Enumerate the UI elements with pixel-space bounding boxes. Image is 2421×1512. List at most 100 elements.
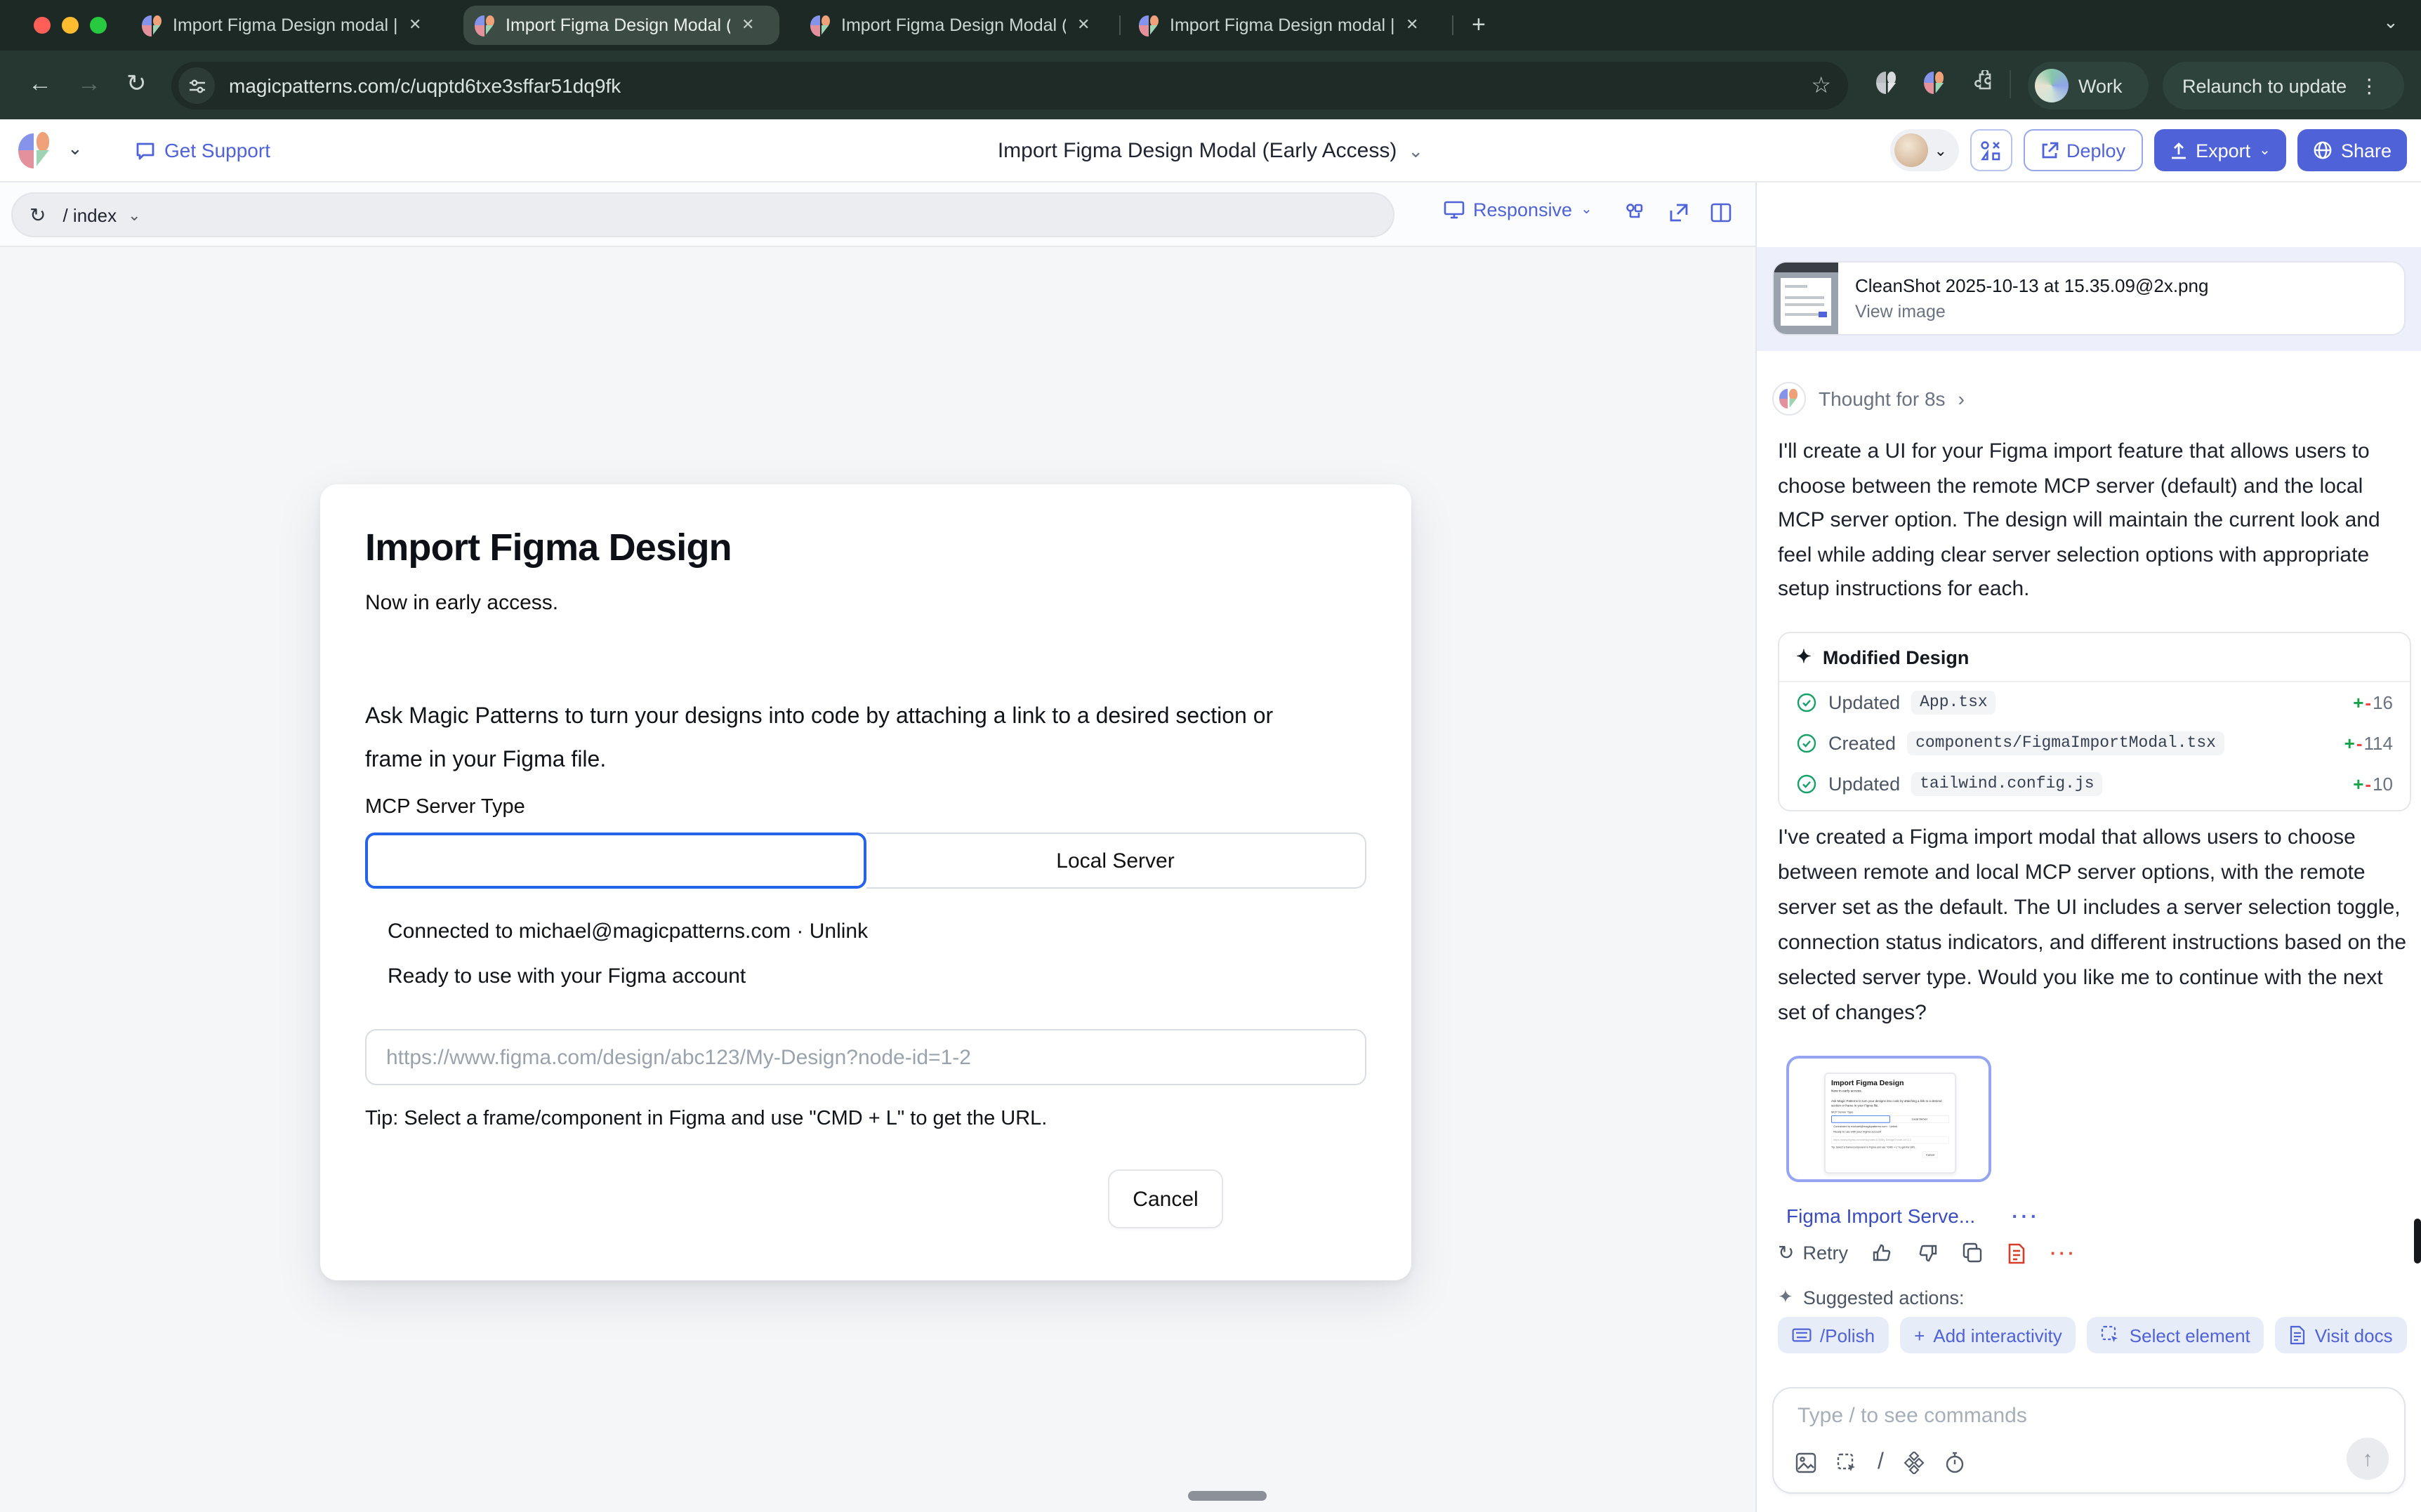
address-bar[interactable]: magicpatterns.com/c/uqptd6txe3sffar51dq9… — [171, 62, 1848, 110]
open-in-new-tab-icon[interactable] — [1668, 202, 1689, 223]
split-view-icon[interactable] — [1710, 202, 1731, 223]
local-server-label: Local Server — [1056, 849, 1174, 873]
tab-close-icon[interactable]: ✕ — [409, 18, 421, 33]
chat-input-box[interactable]: / ↑ — [1772, 1387, 2406, 1494]
browser-menu-kebab-icon[interactable]: ⋮ — [2359, 74, 2379, 98]
select-element-icon[interactable] — [1837, 1452, 1858, 1473]
browser-tab-1[interactable]: Import Figma Design modal | ✕ — [131, 6, 442, 45]
deploy-label: Deploy — [2066, 140, 2125, 161]
component-tree-icon[interactable] — [1623, 202, 1646, 225]
profile-button[interactable]: Work — [2028, 62, 2149, 110]
remote-server-tab-selected[interactable] — [365, 833, 866, 889]
export-button[interactable]: Export ⌄ — [2153, 129, 2286, 171]
tab-search-chevron-icon[interactable]: ⌄ — [2383, 11, 2399, 34]
send-button[interactable]: ↑ — [2347, 1438, 2389, 1480]
relaunch-to-update-button[interactable]: Relaunch to update ⋮ — [2163, 62, 2404, 110]
chat-input[interactable] — [1795, 1402, 2278, 1429]
attach-image-icon[interactable] — [1795, 1452, 1817, 1474]
thumbs-up-icon[interactable] — [1872, 1242, 1893, 1264]
tab-label: Import Figma Design Modal ( — [506, 15, 730, 35]
suggestion-polish[interactable]: /Polish — [1778, 1317, 1889, 1353]
preview-more-icon[interactable]: ··· — [2012, 1205, 2040, 1227]
bookmark-star-icon[interactable]: ☆ — [1811, 72, 1831, 100]
suggestion-visit-docs[interactable]: Visit docs — [2276, 1317, 2407, 1353]
scrollbar-thumb[interactable] — [2414, 1219, 2421, 1264]
retry-icon: ↻ — [1778, 1241, 1794, 1265]
route-chevron-icon[interactable]: ⌄ — [128, 206, 140, 224]
server-type-label: MCP Server Type — [365, 796, 525, 818]
reload-icon[interactable]: ↻ — [126, 69, 147, 100]
copy-icon[interactable] — [1962, 1242, 1983, 1264]
components-diamond-icon[interactable] — [1904, 1452, 1926, 1474]
suggestion-select-element[interactable]: Select element — [2087, 1317, 2264, 1353]
attachment-filename: CleanShot 2025-10-13 at 15.35.09@2x.png — [1855, 275, 2208, 296]
mini-modal-title: Import Figma Design — [1831, 1078, 1949, 1087]
view-image-link[interactable]: View image — [1855, 302, 2208, 321]
attachment-card[interactable]: CleanShot 2025-10-13 at 15.35.09@2x.png … — [1772, 261, 2406, 336]
more-actions-icon[interactable]: ··· — [2050, 1242, 2077, 1264]
site-settings-icon[interactable] — [178, 67, 215, 104]
tab-close-icon[interactable]: ✕ — [1406, 18, 1418, 33]
figma-url-input[interactable] — [365, 1029, 1366, 1085]
preview-canvas: Import Figma Design Now in early access.… — [0, 247, 1755, 1512]
thought-row[interactable]: Thought for 8s › — [1772, 382, 1965, 416]
browser-tab-4[interactable]: Import Figma Design modal | ✕ — [1128, 6, 1444, 45]
sparkle-icon: ✦ — [1796, 646, 1812, 668]
design-preview-thumbnail[interactable]: Import Figma Design Now in early access.… — [1786, 1056, 1991, 1182]
responsive-label: Responsive — [1473, 199, 1572, 220]
new-tab-icon[interactable]: + — [1472, 11, 1486, 39]
canvas-resize-handle[interactable] — [1188, 1491, 1267, 1501]
retry-button[interactable]: ↻ Retry — [1778, 1241, 1848, 1265]
browser-tab-strip: Import Figma Design modal | ✕ Import Fig… — [0, 0, 2421, 51]
refresh-preview-icon[interactable]: ↻ — [29, 203, 46, 227]
extension-magicpatterns-grey-icon[interactable] — [1876, 72, 1899, 94]
file-change-row[interactable]: Updated tailwind.config.js +-10 — [1779, 764, 2410, 810]
profile-label: Work — [2078, 75, 2123, 96]
preview-caption[interactable]: Figma Import Serve... — [1786, 1205, 1975, 1227]
share-button[interactable]: Share — [2297, 129, 2407, 171]
route-bar[interactable]: ↻ / index ⌄ — [11, 192, 1394, 237]
docs-icon — [2290, 1325, 2307, 1345]
route-path: / index — [62, 204, 117, 225]
thought-expand-icon[interactable]: › — [1958, 387, 1965, 410]
browser-tab-3[interactable]: Import Figma Design Modal ( ✕ — [799, 6, 1108, 45]
tab-close-icon[interactable]: ✕ — [741, 18, 754, 33]
window-minimize-button[interactable] — [62, 17, 79, 34]
window-zoom-button[interactable] — [90, 17, 107, 34]
window-close-button[interactable] — [34, 17, 51, 34]
external-link-icon — [2040, 141, 2058, 159]
file-change-row[interactable]: Created components/FigmaImportModal.tsx … — [1779, 723, 2410, 764]
deploy-button[interactable]: Deploy — [2023, 129, 2142, 171]
tab-label: Import Figma Design Modal ( — [841, 15, 1066, 35]
monitor-icon — [1444, 201, 1465, 219]
extensions-puzzle-icon[interactable] — [1972, 70, 1995, 94]
magicpatterns-favicon — [475, 15, 496, 36]
cancel-button[interactable]: Cancel — [1108, 1169, 1223, 1228]
mini-server-type-label: MCP Server Type — [1831, 1110, 1949, 1113]
magicpatterns-favicon — [810, 15, 831, 36]
app-header: ⌄ Get Support Import Figma Design Modal … — [0, 119, 2421, 183]
slash-command-icon[interactable]: / — [1878, 1450, 1884, 1475]
timer-icon[interactable] — [1946, 1452, 1965, 1474]
back-icon[interactable]: ← — [28, 69, 52, 100]
modal-title: Import Figma Design — [365, 526, 732, 570]
modified-design-card[interactable]: ✦ Modified Design Updated App.tsx +-16 C… — [1778, 632, 2411, 811]
browser-tab-2-active[interactable]: Import Figma Design Modal ( ✕ — [463, 6, 779, 45]
components-button[interactable] — [1970, 129, 2012, 171]
thumbs-down-icon[interactable] — [1917, 1242, 1938, 1264]
globe-icon — [2313, 140, 2333, 160]
tab-close-icon[interactable]: ✕ — [1077, 18, 1090, 33]
suggestion-add-interactivity[interactable]: + Add interactivity — [1900, 1317, 2076, 1353]
file-change-row[interactable]: Updated App.tsx +-16 — [1779, 682, 2410, 723]
file-name: components/FigmaImportModal.tsx — [1907, 731, 2224, 755]
modal-subtitle: Now in early access. — [365, 591, 558, 615]
local-server-tab[interactable]: Local Server — [866, 833, 1366, 889]
responsive-selector[interactable]: Responsive ⌄ — [1444, 199, 1592, 220]
account-button[interactable]: ⌄ — [1891, 129, 1958, 171]
forward-icon[interactable]: → — [77, 69, 101, 100]
extension-magicpatterns-icon[interactable] — [1924, 72, 1946, 94]
modified-design-title: Modified Design — [1823, 646, 1970, 668]
tab-label: Import Figma Design modal | — [173, 15, 397, 35]
connection-status[interactable]: Connected to michael@magicpatterns.com ·… — [388, 920, 868, 943]
document-red-icon[interactable] — [2007, 1242, 2026, 1264]
